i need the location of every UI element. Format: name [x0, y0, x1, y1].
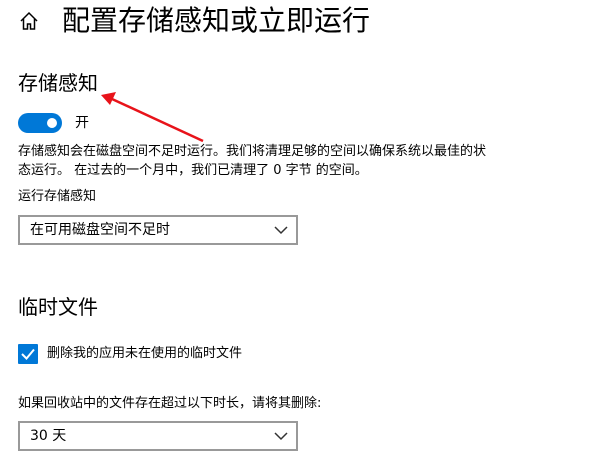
delete-temp-files-checkbox[interactable] [18, 344, 38, 364]
storage-sense-description: 存储感知会在磁盘空间不足时运行。我们将清理足够的空间以确保系统以最佳的状态运行。… [18, 144, 487, 178]
arrow-head [101, 92, 116, 105]
toggle-state-label: 开 [75, 115, 89, 131]
chevron-down-icon [274, 226, 288, 235]
arrow-shaft [111, 97, 204, 143]
storage-sense-toggle[interactable] [18, 113, 62, 133]
temp-files-heading: 临时文件 [18, 295, 98, 319]
page-title: 配置存储感知或立即运行 [62, 4, 371, 37]
recycle-bin-duration-dropdown[interactable]: 30 天 [18, 421, 298, 451]
storage-sense-heading: 存储感知 [18, 71, 98, 95]
toggle-knob [47, 118, 57, 128]
checkmark-icon [21, 348, 35, 360]
home-icon[interactable] [18, 10, 40, 32]
run-storage-sense-label: 运行存储感知 [18, 189, 97, 204]
run-storage-sense-dropdown[interactable]: 在可用磁盘空间不足时 [18, 215, 298, 245]
run-storage-sense-value: 在可用磁盘空间不足时 [30, 222, 170, 238]
delete-temp-files-label[interactable]: 删除我的应用未在使用的临时文件 [47, 344, 242, 364]
recycle-bin-label: 如果回收站中的文件存在超过以下时长，请将其删除: [18, 396, 322, 411]
storage-sense-settings-page: 配置存储感知或立即运行 存储感知 开 存储感知会在磁盘空间不足时运行。我们将清理… [0, 0, 600, 458]
recycle-bin-duration-value: 30 天 [30, 428, 67, 444]
chevron-down-icon [274, 432, 288, 441]
